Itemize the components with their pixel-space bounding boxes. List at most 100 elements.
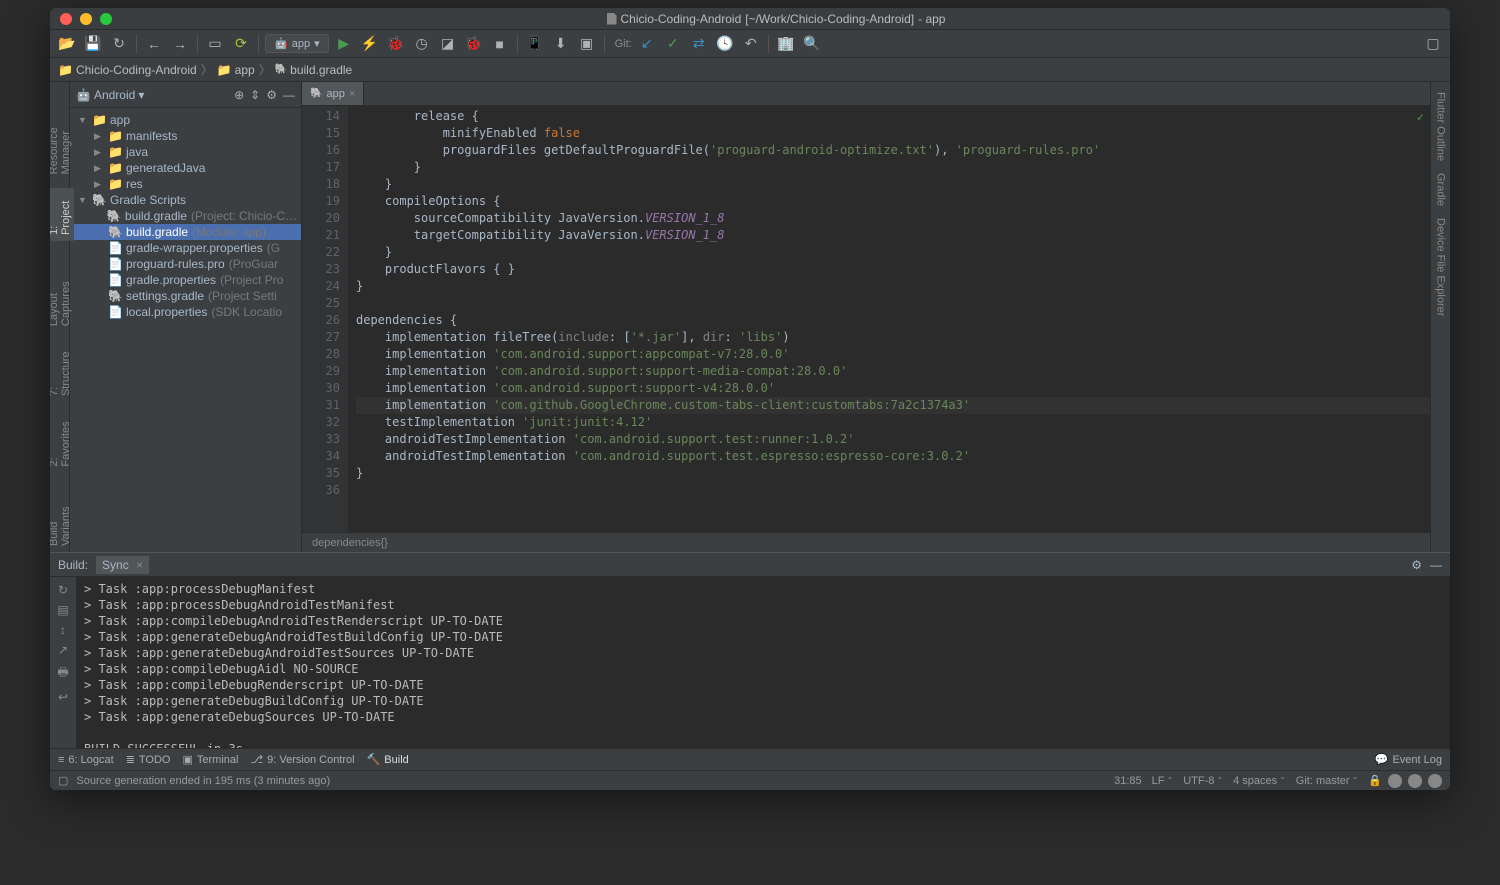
editor-breadcrumb[interactable]: dependencies{} <box>302 532 1430 552</box>
stop-icon[interactable]: ■ <box>489 33 511 55</box>
ide-status-icon[interactable] <box>1408 774 1422 788</box>
build-tab[interactable]: 🔨 Build <box>367 753 409 766</box>
tree-arrow-icon[interactable] <box>94 179 104 190</box>
project-view-dropdown[interactable]: 🤖 Android ▾ <box>76 88 144 102</box>
expand-icon[interactable]: ↕ <box>60 623 66 637</box>
code-line[interactable]: implementation 'com.github.GoogleChrome.… <box>356 397 1430 414</box>
project-structure-icon[interactable]: 🏢 <box>775 33 797 55</box>
code-line[interactable]: minifyEnabled false <box>356 125 1430 142</box>
build-sync-tab[interactable]: Sync × <box>96 556 149 574</box>
code-line[interactable] <box>356 295 1430 312</box>
hector-icon[interactable] <box>1428 774 1442 788</box>
tree-node[interactable]: 📁generatedJava <box>70 160 301 176</box>
code-line[interactable]: release { <box>356 108 1430 125</box>
tree-arrow-icon[interactable] <box>94 131 104 142</box>
breadcrumb-module[interactable]: 📁 app <box>217 63 255 77</box>
indent-dropdown[interactable]: 4 spaces <box>1233 775 1286 787</box>
restart-icon[interactable]: ↻ <box>58 583 68 597</box>
toggle-tool-windows-icon[interactable]: ▢ <box>58 774 68 787</box>
save-icon[interactable]: 💾 <box>82 33 104 55</box>
resource-manager-tab[interactable]: Resource Manager <box>50 86 74 180</box>
avd-icon[interactable]: ▭ <box>204 33 226 55</box>
sync-icon[interactable]: ↻ <box>108 33 130 55</box>
tree-node[interactable]: 📄proguard-rules.pro (ProGuar <box>70 256 301 272</box>
tree-node[interactable]: 🐘Gradle Scripts <box>70 192 301 208</box>
wrap-icon[interactable]: ↩ <box>58 690 68 704</box>
build-variants-tab[interactable]: Build Variants <box>50 481 74 552</box>
code-line[interactable]: implementation 'com.android.support:appc… <box>356 346 1430 363</box>
code-line[interactable] <box>356 482 1430 499</box>
gradle-sync-icon[interactable]: ⟳ <box>230 33 252 55</box>
gradle-tab[interactable]: Gradle <box>1433 167 1449 212</box>
logcat-tab[interactable]: ≡ 6: Logcat <box>58 754 114 766</box>
run-configuration-dropdown[interactable]: 🤖 app ▾ <box>265 34 329 53</box>
code-line[interactable]: compileOptions { <box>356 193 1430 210</box>
code-line[interactable]: dependencies { <box>356 312 1430 329</box>
code-line[interactable]: } <box>356 278 1430 295</box>
code-content[interactable]: release { minifyEnabled false proguardFi… <box>348 106 1430 532</box>
memory-indicator-icon[interactable] <box>1388 774 1402 788</box>
git-history-icon[interactable]: 🕓 <box>714 33 736 55</box>
tree-node[interactable]: 📁java <box>70 144 301 160</box>
maximize-window-button[interactable] <box>100 13 112 25</box>
code-line[interactable]: } <box>356 465 1430 482</box>
attach-debugger-icon[interactable]: 🐞 <box>463 33 485 55</box>
git-revert-icon[interactable]: ↶ <box>740 33 762 55</box>
hide-icon[interactable]: — <box>1430 558 1442 572</box>
project-tab[interactable]: 1: Project <box>50 188 74 241</box>
tree-node[interactable]: 🐘build.gradle (Module: app) <box>70 224 301 240</box>
tree-arrow-icon[interactable] <box>78 115 88 125</box>
code-line[interactable]: } <box>356 159 1430 176</box>
debug-icon[interactable]: 🐞 <box>385 33 407 55</box>
event-log-tab[interactable]: 💬 Event Log <box>1375 753 1442 766</box>
todo-tab[interactable]: ≣ TODO <box>126 753 171 766</box>
code-line[interactable]: androidTestImplementation 'com.android.s… <box>356 448 1430 465</box>
sdk-manager-icon[interactable]: ⬇ <box>550 33 572 55</box>
tree-node[interactable]: 🐘settings.gradle (Project Setti <box>70 288 301 304</box>
tree-arrow-icon[interactable] <box>94 147 104 158</box>
line-separator-dropdown[interactable]: LF <box>1152 775 1174 787</box>
tree-node[interactable]: 📁app <box>70 112 301 128</box>
code-line[interactable]: implementation fileTree(include: ['*.jar… <box>356 329 1430 346</box>
tree-node[interactable]: 📄local.properties (SDK Locatio <box>70 304 301 320</box>
filter-icon[interactable]: ▤ <box>57 603 68 617</box>
build-output[interactable]: > Task :app:processDebugManifest > Task … <box>76 577 1450 748</box>
locate-icon[interactable]: ⊕ <box>234 88 244 102</box>
encoding-dropdown[interactable]: UTF-8 <box>1183 775 1223 787</box>
layout-captures-tab[interactable]: Layout Captures <box>50 249 74 332</box>
tree-node[interactable]: 📁res <box>70 176 301 192</box>
avd-manager-icon[interactable]: 📱 <box>524 33 546 55</box>
breadcrumb-file[interactable]: 🐘 build.gradle <box>275 63 353 77</box>
hide-icon[interactable]: — <box>283 88 295 102</box>
export-icon[interactable]: ↗ <box>58 643 68 657</box>
breadcrumb-root[interactable]: 📁 Chicio-Coding-Android <box>58 63 197 77</box>
lock-icon[interactable]: 🔒 <box>1368 774 1382 787</box>
code-line[interactable]: androidTestImplementation 'com.android.s… <box>356 431 1430 448</box>
terminal-tab[interactable]: ▣ Terminal <box>182 753 238 766</box>
minimize-window-button[interactable] <box>80 13 92 25</box>
git-update-icon[interactable]: ↙ <box>636 33 658 55</box>
git-branch-dropdown[interactable]: Git: master <box>1296 775 1359 787</box>
coverage-icon[interactable]: ◪ <box>437 33 459 55</box>
open-icon[interactable]: 📂 <box>56 33 78 55</box>
redo-icon[interactable]: → <box>169 33 191 55</box>
flutter-outline-tab[interactable]: Flutter Outline <box>1433 86 1449 167</box>
print-icon[interactable]: 🖶 <box>57 663 68 684</box>
favorites-tab[interactable]: 2: Favorites <box>50 410 74 473</box>
settings-icon[interactable]: ⚙ <box>1411 558 1422 572</box>
apply-changes-icon[interactable]: ⚡ <box>359 33 381 55</box>
close-tab-icon[interactable]: × <box>349 88 355 100</box>
search-icon[interactable]: 🔍 <box>801 33 823 55</box>
run-icon[interactable]: ▶ <box>333 33 355 55</box>
code-line[interactable]: productFlavors { } <box>356 261 1430 278</box>
code-line[interactable]: implementation 'com.android.support:supp… <box>356 363 1430 380</box>
code-line[interactable]: sourceCompatibility JavaVersion.VERSION_… <box>356 210 1430 227</box>
close-tab-icon[interactable]: × <box>136 558 143 572</box>
close-window-button[interactable] <box>60 13 72 25</box>
device-explorer-tab[interactable]: Device File Explorer <box>1433 212 1449 322</box>
code-line[interactable]: implementation 'com.android.support:supp… <box>356 380 1430 397</box>
collapse-all-icon[interactable]: ⇕ <box>250 88 260 102</box>
code-line[interactable]: testImplementation 'junit:junit:4.12' <box>356 414 1430 431</box>
tree-node[interactable]: 📄gradle-wrapper.properties (G <box>70 240 301 256</box>
layout-inspector-icon[interactable]: ▣ <box>576 33 598 55</box>
